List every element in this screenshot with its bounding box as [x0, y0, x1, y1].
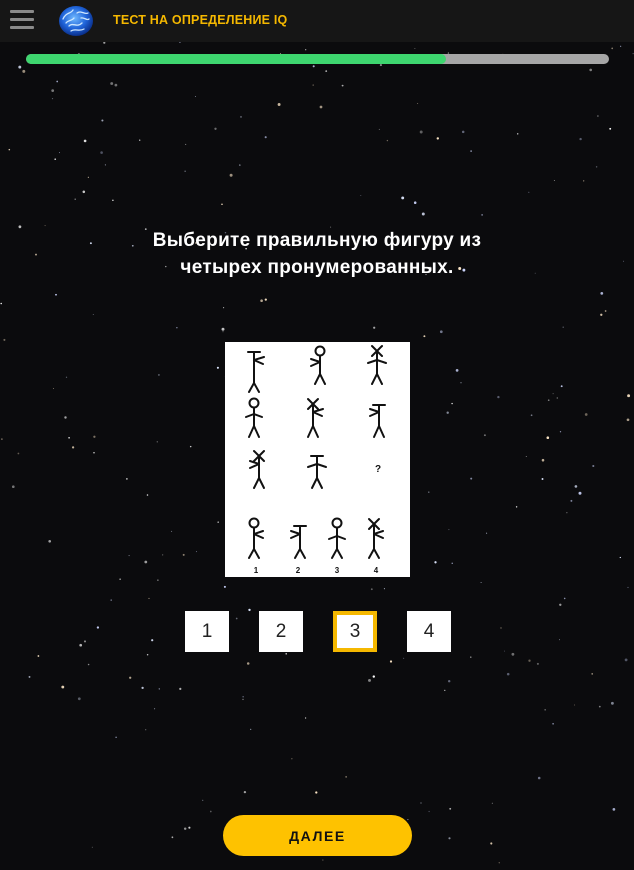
puzzle-question-mark: ?: [375, 464, 381, 475]
puzzle-label-2: 2: [296, 566, 301, 575]
figure-option-4: [368, 518, 384, 559]
answer-options: 1 2 3 4: [0, 611, 634, 652]
figure-r1c1: [247, 351, 265, 393]
puzzle-label-4: 4: [374, 566, 379, 575]
question-text: Выберите правильную фигуру из четырех пр…: [152, 230, 482, 278]
answer-option-3[interactable]: 3: [333, 611, 377, 652]
puzzle-image: ? 1 2 3 4: [225, 342, 410, 577]
figure-option-3: [328, 517, 346, 559]
figure-r2c3: [369, 404, 386, 438]
answer-option-1[interactable]: 1: [185, 611, 229, 652]
figure-r3c1: [249, 450, 265, 489]
figure-r1c2: [310, 345, 326, 385]
figure-r2c2: [307, 398, 324, 438]
hamburger-menu-icon[interactable]: [10, 10, 34, 30]
figure-option-2: [290, 525, 307, 559]
figure-r3c2: [307, 455, 327, 489]
figure-r2c1: [245, 397, 263, 438]
top-bar: ТЕСТ НА ОПРЕДЕЛЕНИЕ IQ: [0, 0, 634, 42]
figure-r1c3: [367, 345, 387, 385]
answer-option-2[interactable]: 2: [259, 611, 303, 652]
progress-bar: [26, 54, 609, 64]
brain-logo-icon: [59, 6, 93, 36]
answer-option-4[interactable]: 4: [407, 611, 451, 652]
app-title: ТЕСТ НА ОПРЕДЕЛЕНИЕ IQ: [113, 13, 288, 27]
puzzle-label-3: 3: [335, 566, 340, 575]
puzzle-label-1: 1: [254, 566, 259, 575]
progress-fill: [26, 54, 446, 64]
next-button[interactable]: ДАЛЕЕ: [223, 815, 412, 856]
figure-option-1: [248, 517, 264, 559]
